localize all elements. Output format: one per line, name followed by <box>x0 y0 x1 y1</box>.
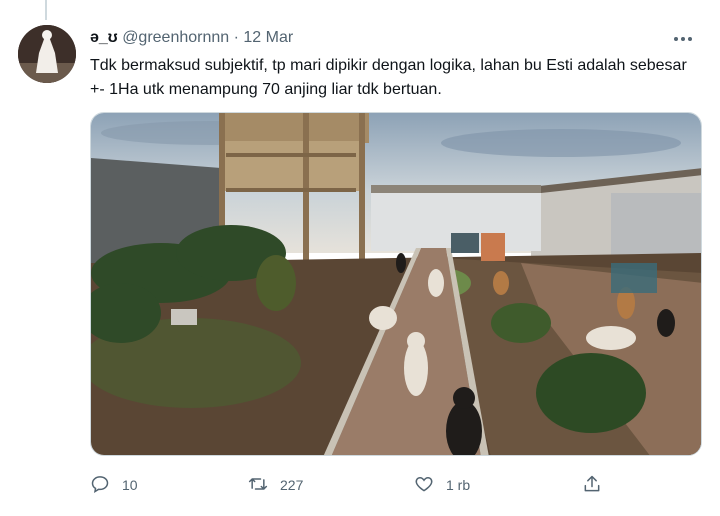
user-handle[interactable]: @greenhornnn <box>122 29 229 46</box>
tweet-photo[interactable] <box>90 112 702 456</box>
like-button[interactable]: 1 rb <box>414 472 470 498</box>
tweet-text: Tdk bermaksud subjektif, tp mari dipikir… <box>90 57 687 98</box>
display-name[interactable]: ə_ʊ <box>90 29 118 46</box>
retweet-count: 227 <box>280 477 304 493</box>
tweet-header: ə_ʊ @greenhornnn · 12 Mar <box>90 28 293 48</box>
reply-button[interactable]: 10 <box>90 472 138 498</box>
tweet-actions: 10 227 1 rb <box>90 472 650 498</box>
retweet-button[interactable]: 227 <box>248 472 303 498</box>
retweet-icon <box>248 474 280 497</box>
tweet[interactable]: ə_ʊ @greenhornnn · 12 Mar Tdk bermaksud … <box>0 0 720 516</box>
reply-count: 10 <box>122 477 138 493</box>
more-horizontal-icon[interactable] <box>672 28 694 55</box>
heart-icon <box>414 474 446 497</box>
avatar[interactable] <box>18 25 76 83</box>
share-icon <box>582 474 614 497</box>
reply-icon <box>90 474 122 497</box>
share-button[interactable] <box>582 472 614 498</box>
separator-dot: · <box>233 29 239 46</box>
tweet-date[interactable]: 12 Mar <box>243 29 293 46</box>
like-count: 1 rb <box>446 477 471 493</box>
